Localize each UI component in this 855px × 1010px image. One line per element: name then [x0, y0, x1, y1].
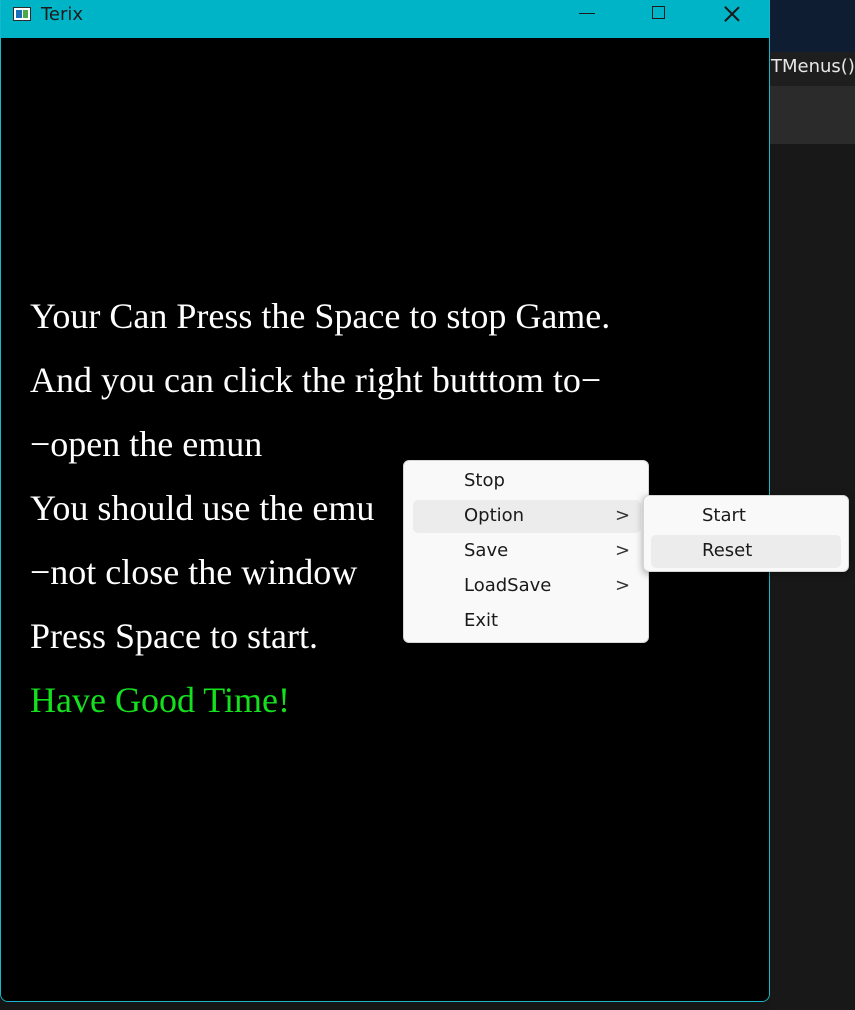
menu-item-exit[interactable]: Exit [413, 605, 641, 638]
background-editor-body [770, 144, 855, 1010]
close-button[interactable] [701, 0, 761, 30]
menu-item-label: Exit [464, 610, 499, 631]
context-menu: Stop Option > Save > LoadSave > Exit [403, 460, 649, 643]
instruction-line: And you can click the right butttom to− [30, 360, 602, 400]
instruction-line: Press Space to start. [30, 616, 318, 656]
app-icon [13, 7, 31, 21]
submenu-item-start[interactable]: Start [651, 500, 841, 533]
chevron-right-icon: > [615, 505, 631, 526]
menu-item-label: Option [464, 505, 525, 526]
title-bar[interactable]: Terix [1, 0, 769, 38]
background-code-text: TMenus() [771, 56, 855, 77]
menu-item-label: LoadSave [464, 575, 552, 596]
menu-item-stop[interactable]: Stop [413, 465, 641, 498]
option-submenu: Start Reset [643, 495, 849, 572]
menu-item-loadsave[interactable]: LoadSave > [413, 570, 641, 603]
background-editor-header [770, 0, 855, 52]
menu-item-option[interactable]: Option > [413, 500, 641, 533]
submenu-item-reset[interactable]: Reset [651, 535, 841, 568]
background-editor-band [770, 86, 855, 144]
maximize-icon [652, 6, 665, 19]
instruction-line: Your Can Press the Space to stop Game. [30, 296, 611, 336]
good-time-message: Have Good Time! [30, 680, 290, 720]
instruction-line: −open the emun [30, 424, 263, 464]
menu-item-label: Stop [464, 470, 505, 491]
submenu-item-label: Start [702, 505, 746, 526]
chevron-right-icon: > [615, 540, 631, 561]
submenu-item-label: Reset [702, 540, 753, 561]
instruction-line: −not close the window [30, 552, 358, 592]
minimize-icon [579, 13, 595, 14]
menu-item-save[interactable]: Save > [413, 535, 641, 568]
window-title: Terix [41, 4, 84, 25]
chevron-right-icon: > [615, 575, 631, 596]
minimize-button[interactable] [557, 0, 617, 30]
maximize-button[interactable] [629, 0, 689, 30]
menu-item-label: Save [464, 540, 509, 561]
instruction-line: You should use the emu [30, 488, 375, 528]
